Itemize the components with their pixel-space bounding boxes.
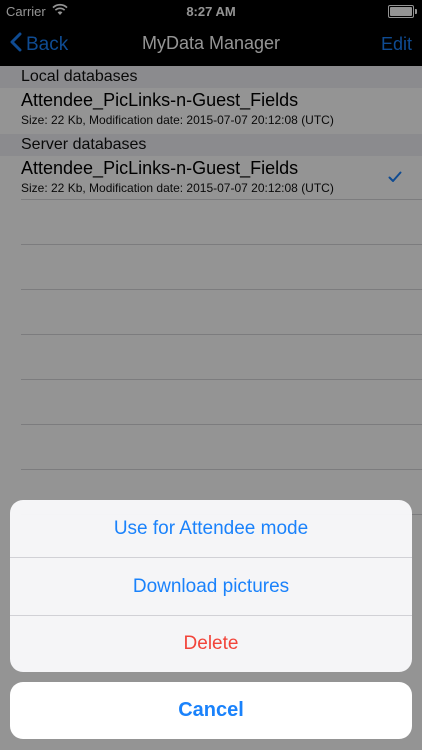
- cancel-sheet: Cancel: [10, 682, 412, 739]
- use-for-attendee-mode-button[interactable]: Use for Attendee mode: [10, 500, 412, 557]
- download-pictures-button[interactable]: Download pictures: [10, 558, 412, 615]
- delete-button[interactable]: Delete: [10, 616, 412, 672]
- cancel-button[interactable]: Cancel: [10, 682, 412, 739]
- action-sheet: Use for Attendee mode Download pictures …: [10, 500, 412, 672]
